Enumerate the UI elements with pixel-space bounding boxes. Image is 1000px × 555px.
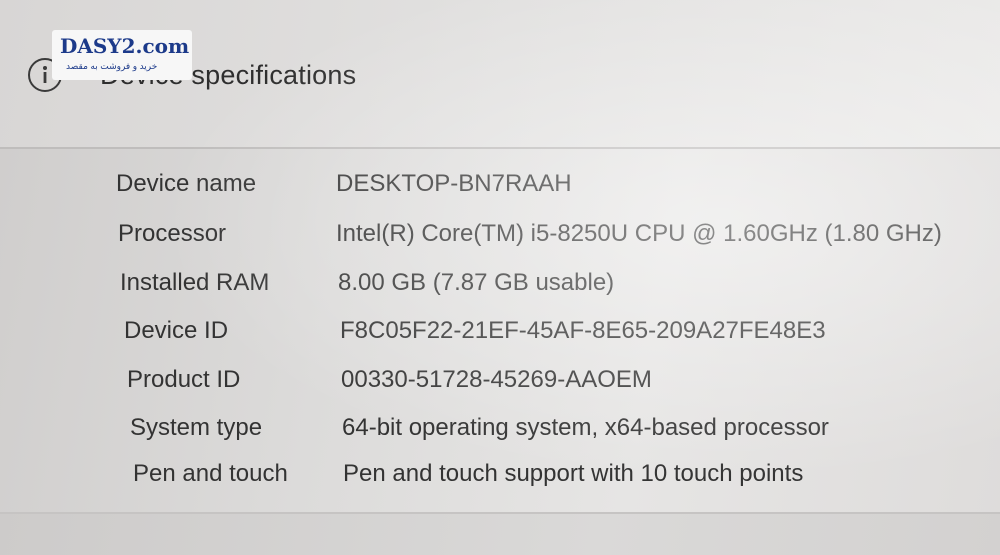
spec-label: Product ID	[127, 366, 241, 393]
spec-value[interactable]: Intel(R) Core(TM) i5-8250U CPU @ 1.60GHz…	[336, 220, 942, 248]
next-section	[0, 514, 1000, 555]
watermark-logo: DASY2.com خرید و فروشت به مقصد	[52, 30, 192, 80]
watermark-brand: DASY2.com	[60, 34, 190, 58]
spec-value[interactable]: 64-bit operating system, x64-based proce…	[342, 414, 829, 442]
spec-label: System type	[130, 414, 263, 441]
spec-value[interactable]: 8.00 GB (7.87 GB usable)	[338, 269, 614, 297]
spec-label: Processor	[118, 220, 227, 247]
spec-value[interactable]: 00330-51728-45269-AAOEM	[341, 366, 652, 394]
spec-label: Device name	[116, 170, 257, 197]
spec-value[interactable]: F8C05F22-21EF-45AF-8E65-209A27FE48E3	[340, 317, 826, 345]
spec-label: Device ID	[124, 317, 229, 344]
spec-label: Installed RAM	[120, 269, 270, 296]
section-divider	[0, 147, 1000, 149]
spec-value[interactable]: DESKTOP-BN7RAAH	[336, 170, 572, 198]
spec-label: Pen and touch	[133, 460, 288, 487]
spec-value[interactable]: Pen and touch support with 10 touch poin…	[343, 460, 803, 488]
watermark-tagline: خرید و فروشت به مقصد	[66, 61, 158, 71]
